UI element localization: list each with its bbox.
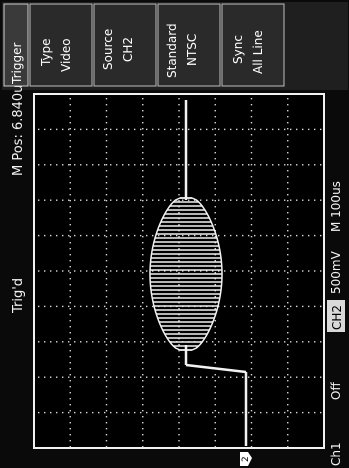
trigger-state: Trig'd (11, 278, 26, 314)
menu-title-trigger: Trigger (3, 3, 29, 87)
menu-item-source[interactable]: Source CH2 (93, 3, 157, 87)
main-position: M Pos: 6.840us (11, 78, 26, 176)
ch1-label: Ch1 (329, 442, 343, 466)
menu-item-type-label: Type (39, 38, 53, 67)
timebase: M 100us (329, 181, 343, 232)
menu-item-source-value: CH2 (121, 37, 135, 62)
ch2-scale: 500mV (329, 250, 343, 294)
oscilloscope-screen: Trig'd M Pos: 6.840us Trigger Type Video… (0, 0, 349, 468)
ch2-label: CH2 (330, 305, 344, 330)
menu-item-source-label: Source (101, 29, 115, 70)
menu-item-standard-value: NTSC (185, 34, 199, 66)
menu-item-standard-label: Standard (165, 23, 179, 78)
ch1-value: Off (329, 382, 343, 400)
menu-item-type-value: Video (59, 38, 73, 72)
menu-title: Trigger (10, 43, 24, 85)
menu-item-type[interactable]: Type Video (29, 3, 93, 87)
menu-item-sync[interactable]: Sync All Line (221, 3, 285, 87)
menu-item-sync-label: Sync (231, 35, 245, 64)
trigger-menu: Trigger Type Video Source CH2 Standard N… (3, 3, 285, 87)
channel-marker-label: 2 (241, 456, 251, 462)
menu-item-standard[interactable]: Standard NTSC (157, 3, 221, 87)
menu-item-sync-value: All Line (251, 30, 265, 74)
